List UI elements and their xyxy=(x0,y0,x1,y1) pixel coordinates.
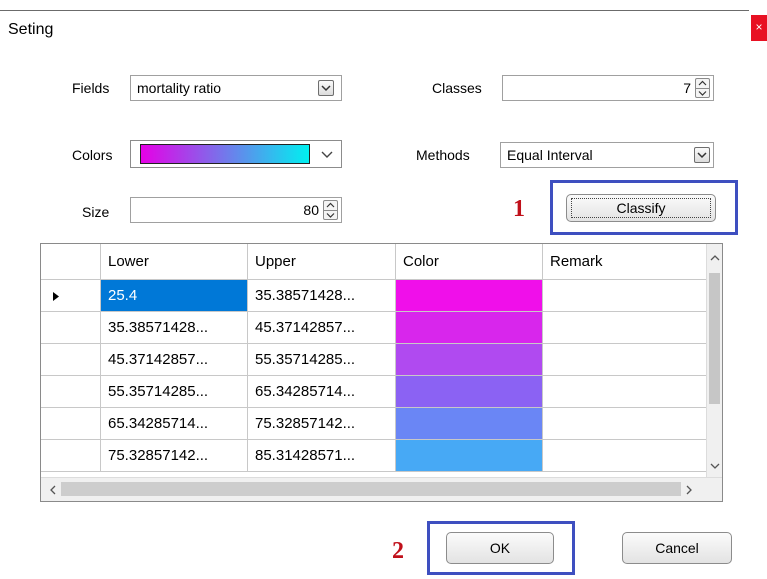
current-row-icon xyxy=(53,292,59,301)
cell-color[interactable] xyxy=(396,344,543,376)
fields-label: Fields xyxy=(72,80,110,96)
cell-lower[interactable]: 25.4 xyxy=(101,280,248,312)
cell-remark[interactable] xyxy=(543,376,706,408)
cell-lower[interactable]: 45.37142857... xyxy=(101,344,248,376)
classify-button-label: Classify xyxy=(571,198,711,218)
cell-upper[interactable]: 65.34285714... xyxy=(248,376,396,408)
chevron-down-icon[interactable] xyxy=(318,80,334,96)
size-stepper[interactable] xyxy=(323,200,338,220)
cell-color[interactable] xyxy=(396,312,543,344)
cell-color[interactable] xyxy=(396,376,543,408)
cell-color[interactable] xyxy=(396,408,543,440)
ok-button[interactable]: OK xyxy=(446,532,554,564)
size-label: Size xyxy=(82,204,110,220)
scroll-right-icon[interactable] xyxy=(686,485,693,495)
class-table[interactable]: Lower Upper Color Remark 25.4 35.38571428… xyxy=(40,243,723,502)
cell-upper[interactable]: 45.37142857... xyxy=(248,312,396,344)
size-spinbox[interactable]: 80 xyxy=(130,197,342,223)
color-ramp-dropdown[interactable] xyxy=(130,140,342,168)
cell-upper[interactable]: 85.31428571... xyxy=(248,440,396,472)
cell-upper[interactable]: 55.35714285... xyxy=(248,344,396,376)
row-header[interactable] xyxy=(41,408,101,440)
cell-lower[interactable]: 35.38571428... xyxy=(101,312,248,344)
size-value: 80 xyxy=(303,202,319,218)
row-header[interactable] xyxy=(41,376,101,408)
table-corner xyxy=(41,244,101,280)
annotation-marker-1: 1 xyxy=(513,196,525,222)
cell-lower[interactable]: 55.35714285... xyxy=(101,376,248,408)
cancel-button[interactable]: Cancel xyxy=(622,532,732,564)
classes-value: 7 xyxy=(683,80,691,96)
cell-color[interactable] xyxy=(396,440,543,472)
fields-value: mortality ratio xyxy=(137,80,222,96)
title-bar-divider xyxy=(0,10,749,11)
cell-upper[interactable]: 35.38571428... xyxy=(248,280,396,312)
column-header-lower[interactable]: Lower xyxy=(101,244,248,280)
row-header[interactable] xyxy=(41,280,101,312)
row-header[interactable] xyxy=(41,312,101,344)
horizontal-scrollbar[interactable] xyxy=(41,477,722,501)
cell-lower[interactable]: 75.32857142... xyxy=(101,440,248,472)
chevron-down-icon[interactable] xyxy=(696,89,709,98)
close-icon: × xyxy=(755,20,763,34)
classes-spinbox[interactable]: 7 xyxy=(502,75,714,101)
methods-label: Methods xyxy=(416,147,470,163)
horizontal-scroll-thumb[interactable] xyxy=(61,482,681,496)
row-header[interactable] xyxy=(41,344,101,376)
chevron-up-icon[interactable] xyxy=(696,79,709,88)
close-button[interactable]: × xyxy=(751,15,767,41)
colors-label: Colors xyxy=(72,147,113,163)
cell-lower[interactable]: 65.34285714... xyxy=(101,408,248,440)
color-ramp-preview xyxy=(140,144,310,164)
methods-value: Equal Interval xyxy=(507,147,593,163)
scroll-down-icon[interactable] xyxy=(710,463,720,470)
cell-remark[interactable] xyxy=(543,280,706,312)
chevron-down-icon[interactable] xyxy=(321,151,333,159)
cell-upper[interactable]: 75.32857142... xyxy=(248,408,396,440)
cell-remark[interactable] xyxy=(543,408,706,440)
column-header-upper[interactable]: Upper xyxy=(248,244,396,280)
classes-stepper[interactable] xyxy=(695,78,710,98)
methods-dropdown[interactable]: Equal Interval xyxy=(500,142,714,168)
row-header[interactable] xyxy=(41,440,101,472)
column-header-color[interactable]: Color xyxy=(396,244,543,280)
chevron-up-icon[interactable] xyxy=(324,201,337,210)
fields-dropdown[interactable]: mortality ratio xyxy=(130,75,342,101)
vertical-scroll-thumb[interactable] xyxy=(709,273,720,404)
cell-remark[interactable] xyxy=(543,312,706,344)
vertical-scrollbar[interactable] xyxy=(706,244,722,501)
cell-color[interactable] xyxy=(396,280,543,312)
window-title: Seting xyxy=(8,21,54,38)
classify-button[interactable]: Classify xyxy=(566,194,716,222)
chevron-down-icon[interactable] xyxy=(694,147,710,163)
cell-remark[interactable] xyxy=(543,440,706,472)
annotation-marker-2: 2 xyxy=(392,538,404,564)
column-header-remark[interactable]: Remark xyxy=(543,244,706,280)
scroll-left-icon[interactable] xyxy=(49,485,56,495)
classes-label: Classes xyxy=(432,80,482,96)
cell-remark[interactable] xyxy=(543,344,706,376)
scroll-up-icon[interactable] xyxy=(710,254,720,261)
chevron-down-icon[interactable] xyxy=(324,211,337,220)
